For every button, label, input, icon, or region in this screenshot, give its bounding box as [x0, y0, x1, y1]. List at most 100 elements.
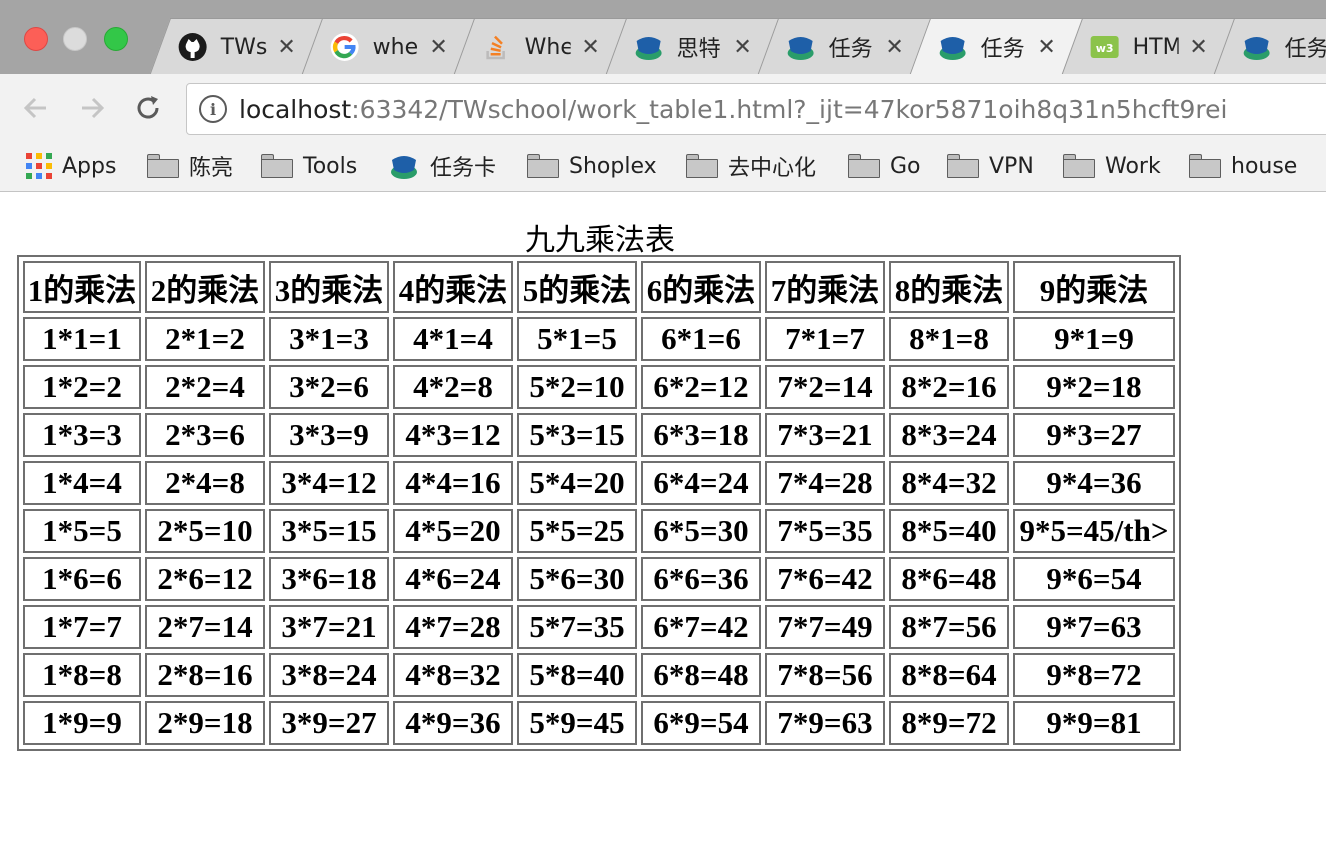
table-cell: 8*9=72 [889, 701, 1009, 745]
table-cell: 9*5=45/th> [1013, 509, 1175, 553]
table-header-cell: 2的乘法 [145, 261, 265, 313]
bookmark-folder[interactable]: house [1189, 150, 1297, 182]
table-cell: 5*1=5 [517, 317, 637, 361]
table-cell: 6*9=54 [641, 701, 761, 745]
table-cell: 5*7=35 [517, 605, 637, 649]
table-cell: 2*7=14 [145, 605, 265, 649]
forward-arrow-icon [82, 97, 105, 119]
bookmark-folder[interactable]: 去中心化 [686, 150, 816, 182]
window-minimize-button[interactable] [63, 27, 87, 51]
address-bar[interactable]: i localhost:63342/TWschool/work_table1.h… [186, 83, 1326, 135]
bookmark-folder[interactable]: 陈亮 [147, 150, 233, 182]
table-cell: 2*2=4 [145, 365, 265, 409]
tab-close-icon[interactable]: ✕ [883, 35, 907, 60]
table-cell: 6*4=24 [641, 461, 761, 505]
folder-icon [1063, 154, 1095, 178]
table-cell: 5*3=15 [517, 413, 637, 457]
tab-close-icon[interactable]: ✕ [731, 35, 755, 60]
table-cell: 8*2=16 [889, 365, 1009, 409]
table-cell: 5*6=30 [517, 557, 637, 601]
folder-icon [527, 154, 559, 178]
tab-close-icon[interactable]: ✕ [275, 35, 299, 60]
table-cell: 6*5=30 [641, 509, 761, 553]
bookmark-folder[interactable]: Shoplex [527, 150, 657, 182]
table-cell: 9*4=36 [1013, 461, 1175, 505]
bookmark-label: VPN [989, 153, 1034, 179]
bookmark-task-card[interactable]: 任务卡 [388, 150, 496, 182]
table-row: 1*5=5 2*5=10 3*5=15 4*5=20 5*5=25 6*5=30 7*5=3… [23, 509, 1175, 553]
page-content: 九九乘法表 1的乘法 2的乘法 3的乘法 4的乘法 5的乘法 6的乘法 7的乘法 8的乘法 9的… [0, 193, 1326, 868]
table-cell: 7*1=7 [765, 317, 885, 361]
table-cell: 4*5=20 [393, 509, 513, 553]
bookmark-folder[interactable]: VPN [947, 150, 1034, 182]
table-cell: 7*5=35 [765, 509, 885, 553]
table-cell: 3*1=3 [269, 317, 389, 361]
table-cell: 6*3=18 [641, 413, 761, 457]
table-cell: 5*9=45 [517, 701, 637, 745]
table-row: 1*1=1 2*1=2 3*1=3 4*1=4 5*1=5 6*1=6 7*1=7 8*1=8… [23, 317, 1175, 361]
table-cell: 3*7=21 [269, 605, 389, 649]
task-card-icon [388, 150, 420, 182]
bookmark-label: Tools [303, 153, 358, 179]
bookmark-folder[interactable]: Tools [261, 150, 357, 182]
back-button[interactable] [16, 88, 56, 128]
table-cell: 7*7=49 [765, 605, 885, 649]
bookmark-label: Apps [62, 153, 117, 179]
table-cell: 4*9=36 [393, 701, 513, 745]
table-cell: 9*8=72 [1013, 653, 1175, 697]
back-arrow-icon [23, 97, 46, 119]
bookmark-label: Go [890, 153, 921, 179]
site-info-icon[interactable]: i [199, 95, 227, 123]
url-text[interactable]: localhost:63342/TWschool/work_table1.htm… [239, 95, 1227, 124]
table-cell: 1*6=6 [23, 557, 141, 601]
folder-icon [147, 154, 179, 178]
bookmarks-bar: Apps 陈亮 Tools 任务卡 Shoplex 去中心化 Go VPN Wo… [0, 142, 1326, 192]
tab-title: Whe [524, 34, 571, 60]
table-cell: 7*4=28 [765, 461, 885, 505]
tab-close-icon[interactable]: ✕ [427, 35, 451, 60]
bookmark-apps[interactable]: Apps [26, 150, 116, 182]
browser-tab[interactable]: 任务 [1213, 18, 1326, 74]
reload-button[interactable] [128, 88, 168, 128]
task-card-icon [785, 31, 817, 63]
table-cell: 9*6=54 [1013, 557, 1175, 601]
table-cell: 8*1=8 [889, 317, 1009, 361]
window-close-button[interactable] [24, 27, 48, 51]
table-cell: 9*7=63 [1013, 605, 1175, 649]
bookmark-folder[interactable]: Go [848, 150, 921, 182]
bookmark-folder[interactable]: Work [1063, 150, 1161, 182]
folder-icon [261, 154, 293, 178]
forward-button[interactable] [72, 88, 112, 128]
multiplication-table: 1的乘法 2的乘法 3的乘法 4的乘法 5的乘法 6的乘法 7的乘法 8的乘法 9的乘法 1*1=… [17, 255, 1181, 751]
table-cell: 2*3=6 [145, 413, 265, 457]
table-cell: 9*2=18 [1013, 365, 1175, 409]
table-cell: 6*2=12 [641, 365, 761, 409]
table-header-cell: 3的乘法 [269, 261, 389, 313]
tab-close-icon[interactable]: ✕ [1035, 35, 1059, 60]
table-cell: 9*9=81 [1013, 701, 1175, 745]
table-cell: 1*1=1 [23, 317, 141, 361]
svg-text:w3: w3 [1096, 42, 1114, 55]
tab-close-icon[interactable]: ✕ [1187, 35, 1211, 60]
table-header-cell: 5的乘法 [517, 261, 637, 313]
table-cell: 7*9=63 [765, 701, 885, 745]
url-path: :63342/TWschool/work_table1.html?_ijt=47… [351, 94, 1228, 124]
table-cell: 2*5=10 [145, 509, 265, 553]
table-cell: 1*5=5 [23, 509, 141, 553]
table-cell: 4*6=24 [393, 557, 513, 601]
browser-toolbar: i localhost:63342/TWschool/work_table1.h… [0, 74, 1326, 142]
bookmark-label: 任务卡 [430, 156, 497, 181]
window-zoom-button[interactable] [104, 27, 128, 51]
bookmark-label: 去中心化 [728, 156, 817, 181]
table-cell: 8*4=32 [889, 461, 1009, 505]
table-cell: 4*7=28 [393, 605, 513, 649]
table-cell: 1*8=8 [23, 653, 141, 697]
tab-close-icon[interactable]: ✕ [579, 35, 603, 60]
table-cell: 8*6=48 [889, 557, 1009, 601]
url-host: localhost [239, 94, 352, 124]
table-header-cell: 7的乘法 [765, 261, 885, 313]
table-row: 1*9=9 2*9=18 3*9=27 4*9=36 5*9=45 6*9=54 7*9=6… [23, 701, 1175, 745]
table-cell: 2*6=12 [145, 557, 265, 601]
table-cell: 3*8=24 [269, 653, 389, 697]
table-cell: 4*1=4 [393, 317, 513, 361]
